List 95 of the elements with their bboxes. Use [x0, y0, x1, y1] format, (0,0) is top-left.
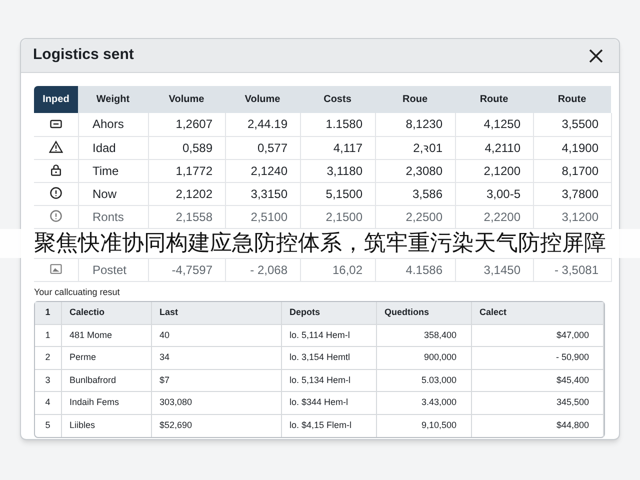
- table-cell: 4,2110: [484, 140, 520, 154]
- table-cell: $52,690: [160, 420, 192, 430]
- table-cell: $7: [160, 374, 170, 384]
- table-cell: 4.1586: [406, 262, 442, 276]
- column-header: Volume: [244, 94, 280, 105]
- column-header: Route: [558, 94, 586, 105]
- result-label: Your callcuating resut: [34, 286, 121, 299]
- column-header: Quedtions: [384, 307, 429, 317]
- table-cell: 2,1558: [176, 210, 212, 224]
- table-cell: 303,080: [160, 397, 192, 407]
- info-icon: [48, 186, 63, 200]
- table-cell: $45,400: [556, 374, 589, 384]
- table-cell: 34: [160, 352, 170, 362]
- table-cell: 1.1580: [326, 117, 362, 132]
- table-cell: 5: [45, 420, 50, 430]
- table-cell: 3,1200: [562, 210, 598, 224]
- table-cell: 2,3080: [406, 164, 442, 178]
- table-cell: 4: [45, 397, 50, 407]
- table-cell: 2,1500: [326, 210, 362, 224]
- column-header: Depots: [290, 307, 320, 317]
- caption-text: 聚焦快准协同构建应急防控体系，筑牢重污染天气防控屏障: [34, 230, 606, 258]
- table-cell: 2,ꝛ01: [413, 140, 442, 154]
- table-cell: 9,10,500: [421, 420, 456, 430]
- table-cell: 358,400: [424, 330, 456, 340]
- table-cell: lo. $344 Hem-l: [290, 397, 348, 407]
- table-cell: 2,1200: [484, 164, 520, 178]
- table-cell: Now: [92, 186, 117, 200]
- table-cell: 3.43,000: [421, 397, 456, 407]
- column-header: Last: [160, 307, 178, 317]
- table-cell: Liibles: [70, 420, 96, 430]
- warning-icon: [48, 140, 63, 154]
- table-cell: 40: [160, 330, 170, 340]
- table-cell: 2,2500: [406, 210, 442, 224]
- table-cell: 4,117: [333, 140, 362, 154]
- table-cell: - 50,900: [556, 352, 589, 362]
- table-cell: - 3,5081: [554, 262, 598, 276]
- table-cell: 3,00-5: [486, 186, 520, 200]
- table-cell: Perme: [70, 352, 96, 362]
- table-cell: 3,1450: [484, 262, 520, 276]
- table-cell: 4,1250: [484, 117, 520, 132]
- column-header: Calectio: [70, 307, 105, 317]
- table-cell: 2,2200: [484, 210, 520, 224]
- table-cell: 8,1230: [406, 117, 442, 132]
- table-cell: 3,586: [412, 186, 442, 200]
- table-cell: 8,1700: [562, 164, 598, 178]
- table-cell: 345,500: [556, 397, 589, 407]
- table-cell: 2,1240: [250, 164, 288, 178]
- table-cell: 16,02: [332, 262, 362, 276]
- table-cell: 0,589: [182, 140, 212, 154]
- table-cell: 1,1772: [176, 164, 212, 178]
- table-cell: 5,1500: [326, 186, 362, 200]
- lock-icon: [48, 163, 63, 178]
- table-cell: lo. 3,154 Hemtl: [290, 352, 350, 362]
- table-cell: 4,1900: [562, 140, 598, 154]
- table-cell: 1: [45, 330, 50, 340]
- table-cell: -4,7597: [172, 262, 212, 276]
- table-cell: 2,5100: [250, 210, 288, 224]
- table-cell: $47,000: [556, 330, 589, 340]
- column-header: Roue: [402, 94, 428, 105]
- column-header: Route: [480, 94, 508, 105]
- table-cell: lo. 5,134 Hem-l: [290, 374, 351, 384]
- table-cell: Ahors: [92, 117, 124, 132]
- table-cell: 3: [45, 374, 50, 384]
- info-icon: [48, 209, 63, 224]
- table-cell: Idad: [92, 140, 116, 154]
- table-cell: Indaih Fems: [70, 397, 120, 407]
- table-cell: Time: [92, 164, 119, 178]
- table-cell: 3,3150: [250, 186, 288, 200]
- column-header: Costs: [324, 94, 352, 105]
- image-icon: [48, 262, 63, 276]
- table-cell: 0,577: [257, 140, 288, 154]
- table-cell: 2: [45, 352, 50, 362]
- close-icon: [588, 48, 604, 64]
- table-cell: 3,1180: [326, 164, 362, 178]
- column-header: Weight: [96, 94, 130, 105]
- table-cell: 2,1202: [176, 186, 212, 200]
- table-cell: 481 Mome: [70, 330, 112, 340]
- table-cell: 3,5500: [562, 117, 598, 132]
- column-header: Inped: [34, 86, 78, 113]
- table-cell: 900,000: [424, 352, 456, 362]
- table-cell: 5.03,000: [421, 374, 456, 384]
- window-title: Logistics sent: [33, 45, 134, 66]
- table-cell: Bunlbafrord: [70, 374, 116, 384]
- table-cell: 2,44.19: [247, 117, 288, 132]
- table-cell: - 2,068: [250, 262, 288, 276]
- table-cell: lo. 5,114 Hem-l: [290, 330, 350, 340]
- column-header: Volume: [168, 94, 204, 105]
- table-cell: Postet: [92, 262, 127, 276]
- table-cell: 1,2607: [176, 117, 212, 132]
- column-header: 1: [45, 307, 50, 317]
- table-cell: lo. $4,15 Flem-l: [290, 420, 352, 430]
- table-cell: 3,7800: [562, 186, 598, 200]
- table-cell: $44,800: [556, 420, 589, 430]
- table-cell: Ronts: [92, 210, 124, 224]
- column-header: Calect: [480, 307, 507, 317]
